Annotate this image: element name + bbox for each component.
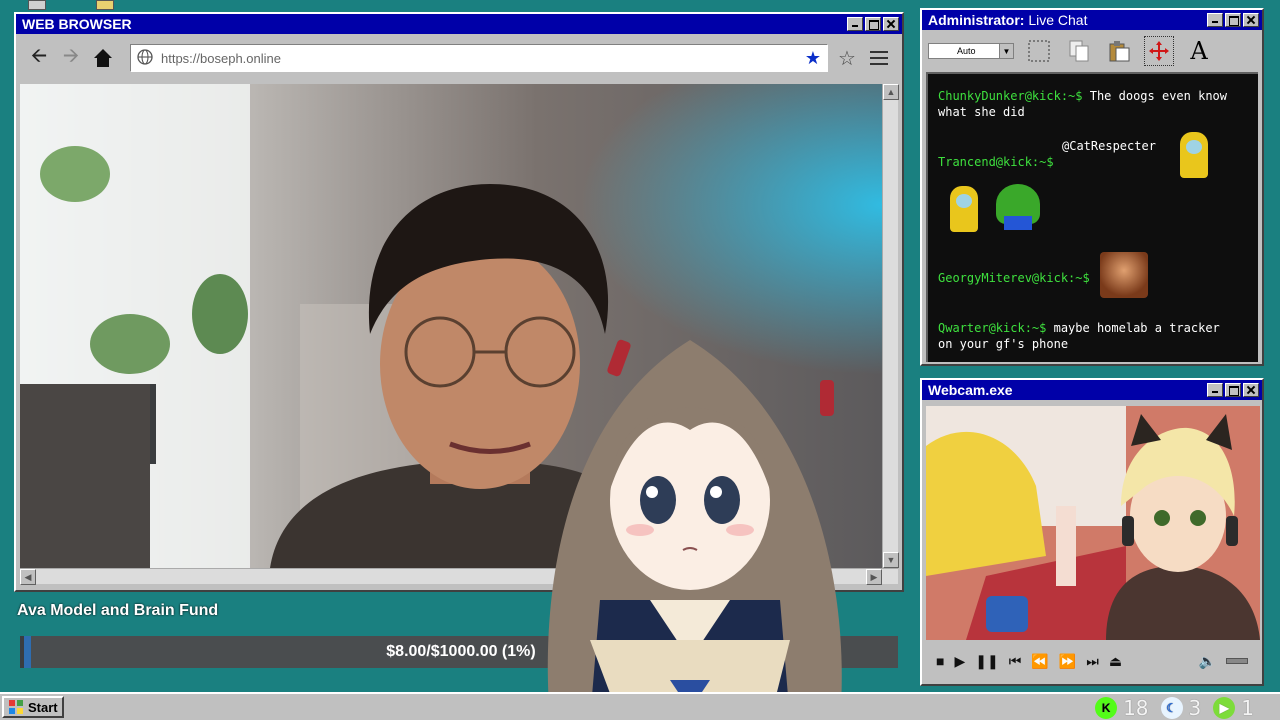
yellow-raincoat-emote	[950, 186, 978, 232]
chat-log[interactable]: ChunkyDunker@kick:~$ The doogs even know…	[926, 72, 1258, 362]
pause-icon[interactable]: ❚❚	[975, 653, 998, 670]
live-chat-window: Administrator: Live Chat Auto ▼ A Chunky…	[920, 8, 1264, 366]
minimize-button[interactable]	[1207, 13, 1223, 27]
close-button[interactable]	[1243, 13, 1259, 27]
bookmark-star-icon[interactable]: ★	[805, 48, 821, 69]
chat-message: GeorgyMiterev@kick:~$	[938, 270, 1238, 286]
volume-icon[interactable]: 🔈	[1199, 653, 1216, 670]
home-icon[interactable]	[90, 45, 116, 71]
skip-forward-icon[interactable]: ⏭	[1086, 653, 1099, 670]
moon-count: 3	[1188, 696, 1202, 720]
paste-icon[interactable]	[1104, 36, 1134, 66]
webcam-feed[interactable]	[926, 406, 1260, 640]
scroll-down-button[interactable]: ▼	[883, 552, 899, 568]
browser-titlebar[interactable]: WEB BROWSER	[16, 14, 902, 34]
maximize-button[interactable]	[865, 17, 881, 31]
volume-slider[interactable]	[1226, 658, 1248, 664]
start-label: Start	[28, 699, 58, 715]
play-count: 1	[1241, 696, 1254, 720]
vtuber-avatar	[547, 339, 842, 720]
copy-icon[interactable]	[1064, 36, 1094, 66]
font-size-select[interactable]: Auto ▼	[928, 43, 1014, 59]
play-icon[interactable]: ▶	[954, 653, 965, 670]
system-tray: K 18 ☾ 3 ▶ 1	[1095, 696, 1260, 720]
laughing-face-emote	[1100, 252, 1148, 298]
chat-message: Qwarter@kick:~$ maybe homelab a tracker …	[938, 320, 1238, 352]
globe-icon	[137, 48, 153, 68]
chat-username[interactable]: Qwarter@kick:~$	[938, 321, 1046, 335]
fast-forward-icon[interactable]: ⏩	[1059, 653, 1076, 670]
select-rect-icon[interactable]	[1024, 36, 1054, 66]
title-rest: Live Chat	[1024, 12, 1088, 28]
play-circle-icon[interactable]: ▶	[1213, 697, 1236, 719]
window-title: Webcam.exe	[928, 382, 1013, 398]
start-button[interactable]: Start	[2, 696, 64, 718]
close-button[interactable]	[883, 17, 899, 31]
stop-icon[interactable]: ■	[936, 653, 944, 669]
maximize-button[interactable]	[1225, 383, 1241, 397]
chat-message: @CatRespecter	[1062, 138, 1182, 154]
minimize-button[interactable]	[1207, 383, 1223, 397]
moon-icon[interactable]: ☾	[1160, 697, 1183, 719]
chat-message: ChunkyDunker@kick:~$ The doogs even know…	[938, 88, 1238, 120]
paint-toolbar: Auto ▼ A	[924, 32, 1260, 70]
skip-back-icon[interactable]: ⏮	[1009, 653, 1022, 670]
chat-mention[interactable]: @CatRespecter	[1062, 139, 1156, 153]
taskbar: Start K 18 ☾ 3 ▶ 1	[0, 692, 1280, 720]
chevron-down-icon[interactable]: ▼	[999, 44, 1013, 58]
chat-username[interactable]: ChunkyDunker@kick:~$	[938, 89, 1083, 103]
chat-titlebar[interactable]: Administrator: Live Chat	[922, 10, 1262, 30]
webcam-titlebar[interactable]: Webcam.exe	[922, 380, 1262, 400]
forward-arrow-icon[interactable]: 🡪	[58, 45, 84, 71]
window-title: Administrator: Live Chat	[928, 12, 1205, 28]
maximize-button[interactable]	[1225, 13, 1241, 27]
chat-username[interactable]: GeorgyMiterev@kick:~$	[938, 271, 1090, 285]
frog-emote	[996, 184, 1040, 230]
kick-viewer-count: 18	[1123, 696, 1149, 720]
chat-message: Trancend@kick:~$	[938, 154, 1238, 170]
scroll-right-button[interactable]: ▶	[866, 569, 882, 585]
webcam-window: Webcam.exe ■ ▶ ❚❚ ⏮ ⏪ ⏩ ⏭ ⏏ 🔈	[920, 378, 1264, 686]
title-bold: Administrator:	[928, 12, 1025, 28]
rewind-icon[interactable]: ⏪	[1031, 653, 1048, 670]
windows-logo-icon	[9, 700, 23, 714]
desktop-icon[interactable]	[28, 0, 46, 10]
desktop-icon[interactable]	[96, 0, 114, 10]
text-tool-icon[interactable]: A	[1184, 36, 1214, 66]
webcam-image	[926, 406, 1260, 640]
move-icon[interactable]	[1144, 36, 1174, 66]
vertical-scrollbar[interactable]: ▲ ▼	[882, 84, 899, 568]
back-arrow-icon[interactable]: 🡨	[26, 45, 52, 71]
hamburger-menu-icon[interactable]	[866, 45, 892, 71]
favorite-star-icon[interactable]: ☆	[834, 45, 860, 71]
font-size-value: Auto	[957, 46, 976, 56]
minimize-button[interactable]	[847, 17, 863, 31]
chat-username[interactable]: Trancend@kick:~$	[938, 155, 1054, 169]
fund-title: Ava Model and Brain Fund	[17, 602, 219, 619]
scroll-up-button[interactable]: ▲	[883, 84, 899, 100]
url-text[interactable]: https://boseph.online	[161, 51, 797, 66]
close-button[interactable]	[1243, 383, 1259, 397]
scroll-left-button[interactable]: ◀	[20, 569, 36, 585]
eject-icon[interactable]: ⏏	[1109, 653, 1122, 670]
window-title: WEB BROWSER	[22, 16, 132, 32]
media-controls: ■ ▶ ❚❚ ⏮ ⏪ ⏩ ⏭ ⏏ 🔈	[926, 642, 1258, 680]
browser-toolbar: 🡨 🡪 https://boseph.online ★ ☆	[18, 36, 900, 80]
address-bar[interactable]: https://boseph.online ★	[130, 44, 828, 72]
kick-icon[interactable]: K	[1095, 697, 1118, 719]
